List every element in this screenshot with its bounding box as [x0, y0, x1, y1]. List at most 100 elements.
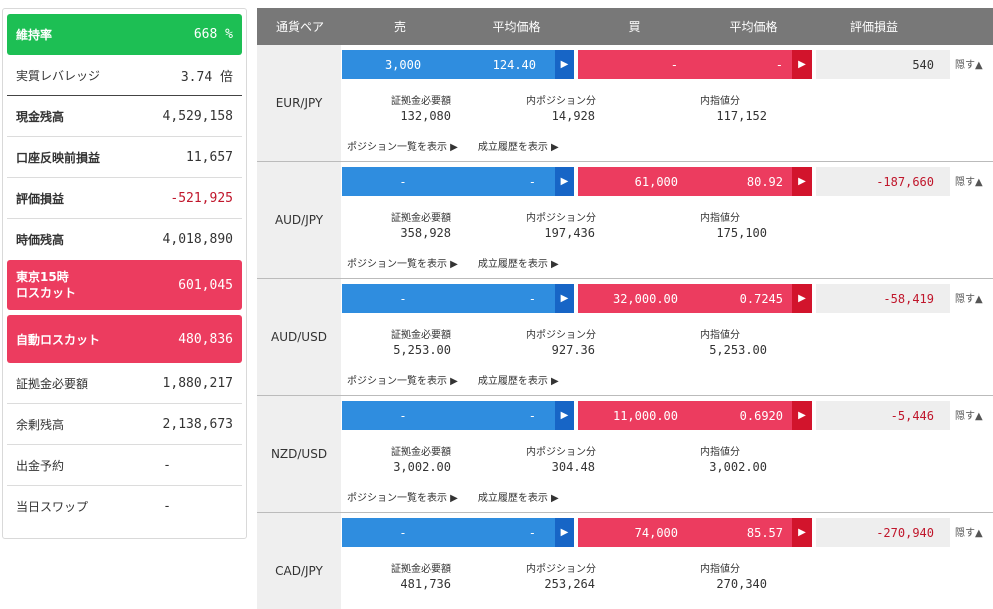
in-position-label: 内ポジション分: [526, 564, 596, 575]
in-limit-label: 内指値分: [700, 564, 740, 575]
buy-order-button[interactable]: 32,000.00 0.7245: [578, 284, 793, 313]
show-positions-link[interactable]: ポジション一覧を表示 ▶: [347, 255, 458, 270]
sell-avg: -: [528, 525, 536, 540]
in-limit-label: 内指値分: [700, 213, 740, 224]
pair-cell: AUD/JPY: [257, 162, 341, 278]
pair-name: AUD/USD: [271, 330, 327, 344]
sell-order-button[interactable]: 3,000 124.40: [342, 50, 559, 79]
buy-avg: 0.6920: [739, 408, 783, 423]
sell-expand-arrow-icon[interactable]: ▶: [555, 284, 574, 313]
pl-value: 540: [912, 57, 934, 72]
unrealized-pl-row: 評価損益 -521,925: [7, 178, 242, 219]
show-history-link[interactable]: 成立履歴を表示 ▶: [478, 138, 559, 153]
row-links: ポジション一覧を表示 ▶ 成立履歴を表示 ▶: [347, 138, 579, 153]
buy-order-button[interactable]: - -: [578, 50, 793, 79]
buy-order-button[interactable]: 74,000 85.57: [578, 518, 793, 547]
positions-table: 通貨ペア 売 平均価格 買 平均価格 評価損益 EUR/JPY 3,000 12…: [257, 8, 993, 609]
swap-label: 当日スワップ: [16, 500, 89, 514]
pl-value-box: 540: [816, 50, 950, 79]
in-position-value: 304.48: [551, 460, 595, 474]
show-positions-link[interactable]: ポジション一覧を表示 ▶: [347, 138, 458, 153]
buy-qty: 32,000.00: [612, 291, 678, 306]
hide-toggle[interactable]: 隠す▲: [955, 56, 983, 71]
tokyo-losscut-label-line1: 東京15時: [16, 270, 69, 284]
required-margin-label: 証拠金必要額: [391, 564, 451, 575]
show-history-link[interactable]: 成立履歴を表示 ▶: [478, 489, 559, 504]
sell-expand-arrow-icon[interactable]: ▶: [555, 50, 574, 79]
sell-qty: 3,000: [384, 57, 422, 72]
sell-expand-arrow-icon[interactable]: ▶: [555, 401, 574, 430]
sell-arrow-glyph: ▶: [560, 410, 569, 421]
show-positions-link[interactable]: ポジション一覧を表示 ▶: [347, 489, 458, 504]
margin-ratio-label: 維持率: [16, 28, 53, 42]
sell-expand-arrow-icon[interactable]: ▶: [555, 518, 574, 547]
hide-toggle[interactable]: 隠す▲: [955, 290, 983, 305]
buy-qty: 74,000: [634, 525, 678, 540]
tokyo-losscut-value: 601,045: [178, 277, 233, 293]
buy-avg: -: [775, 57, 783, 72]
show-history-link[interactable]: 成立履歴を表示 ▶: [478, 372, 559, 387]
in-position-value: 14,928: [551, 109, 595, 123]
header-pl: 評価損益: [849, 20, 898, 34]
pair-cell: CAD/JPY: [257, 513, 341, 609]
position-row: EUR/JPY 3,000 124.40 ▶ - - ▶ 540 隠す▲ 証拠金…: [257, 45, 993, 162]
unrealized-pl-value: -521,925: [170, 190, 233, 206]
hide-toggle[interactable]: 隠す▲: [955, 173, 983, 188]
header-sell-avg: 平均価格: [492, 20, 541, 34]
leverage-row: 実質レバレッジ 3.74 倍: [7, 55, 242, 96]
buy-order-button[interactable]: 61,000 80.92: [578, 167, 793, 196]
sell-arrow-glyph: ▶: [560, 59, 569, 70]
sell-qty: -: [399, 408, 407, 423]
required-margin-value: 358,928: [400, 226, 451, 240]
sell-expand-arrow-icon[interactable]: ▶: [555, 167, 574, 196]
required-margin-value: 481,736: [400, 577, 451, 591]
swap-row: 当日スワップ -: [7, 486, 242, 527]
pair-cell: NZD/USD: [257, 396, 341, 512]
sell-order-button[interactable]: - -: [342, 284, 559, 313]
buy-arrow-glyph: ▶: [798, 176, 806, 187]
buy-avg: 80.92: [746, 174, 783, 189]
sell-order-button[interactable]: - -: [342, 518, 559, 547]
in-position-value: 197,436: [544, 226, 595, 240]
buy-expand-arrow-icon[interactable]: ▶: [792, 401, 812, 430]
pl-value-box: -5,446: [816, 401, 950, 430]
pair-cell: EUR/JPY: [257, 45, 341, 161]
hide-toggle[interactable]: 隠す▲: [955, 407, 983, 422]
show-history-link[interactable]: 成立履歴を表示 ▶: [478, 255, 559, 270]
in-limit-label: 内指値分: [700, 330, 740, 341]
pair-name: CAD/JPY: [275, 564, 323, 578]
header-buy: 買: [628, 20, 641, 34]
in-limit-label: 内指値分: [700, 96, 740, 107]
required-margin-label: 証拠金必要額: [16, 376, 89, 391]
sell-arrow-glyph: ▶: [560, 293, 569, 304]
tokyo-losscut-label: 東京15時 ロスカット: [16, 269, 76, 301]
unreflected-pl-row: 口座反映前損益 11,657: [7, 137, 242, 178]
position-row: AUD/USD - - ▶ 32,000.00 0.7245 ▶ -58,419…: [257, 279, 993, 396]
pair-cell: AUD/USD: [257, 279, 341, 395]
hide-toggle[interactable]: 隠す▲: [955, 524, 983, 539]
buy-arrow-glyph: ▶: [798, 59, 806, 70]
sell-order-button[interactable]: - -: [342, 401, 559, 430]
sell-avg: -: [528, 408, 536, 423]
buy-expand-arrow-icon[interactable]: ▶: [792, 284, 812, 313]
sell-order-button[interactable]: - -: [342, 167, 559, 196]
account-summary-panel: 維持率 668 % 実質レバレッジ 3.74 倍 現金残高 4,529,158 …: [2, 8, 247, 539]
in-limit-value: 175,100: [716, 226, 767, 240]
sell-avg: 124.40: [492, 57, 536, 72]
buy-order-button[interactable]: 11,000.00 0.6920: [578, 401, 793, 430]
buy-qty: -: [670, 57, 678, 72]
show-positions-link[interactable]: ポジション一覧を表示 ▶: [347, 372, 458, 387]
row-links: ポジション一覧を表示 ▶ 成立履歴を表示 ▶: [347, 489, 579, 504]
required-margin-value: 1,880,217: [162, 375, 233, 391]
auto-losscut-label: 自動ロスカット: [16, 332, 101, 347]
position-body: 3,000 124.40 ▶ - - ▶ 540 隠す▲ 証拠金必要額 内ポジシ…: [341, 45, 993, 161]
position-rows: EUR/JPY 3,000 124.40 ▶ - - ▶ 540 隠す▲ 証拠金…: [257, 45, 993, 609]
unrealized-pl-label: 評価損益: [16, 191, 65, 206]
pl-value: -5,446: [890, 408, 934, 423]
surplus-label: 余剰残高: [16, 417, 65, 432]
pair-name: AUD/JPY: [274, 213, 324, 227]
position-row: NZD/USD - - ▶ 11,000.00 0.6920 ▶ -5,446 …: [257, 396, 993, 513]
buy-expand-arrow-icon[interactable]: ▶: [792, 50, 812, 79]
buy-expand-arrow-icon[interactable]: ▶: [792, 518, 812, 547]
buy-expand-arrow-icon[interactable]: ▶: [792, 167, 812, 196]
